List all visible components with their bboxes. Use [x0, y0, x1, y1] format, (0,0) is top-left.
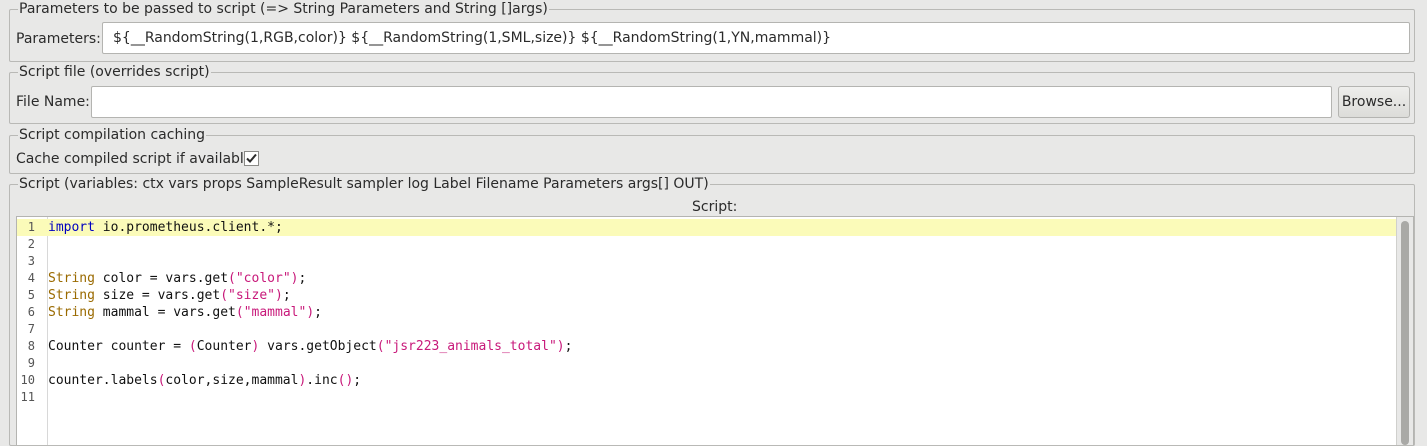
cache-checkbox-label: Cache compiled script if available:	[16, 151, 258, 167]
code-line[interactable]: 3	[17, 253, 1397, 270]
code-text: String color = vars.get("color");	[48, 271, 307, 286]
cache-group: Script compilation caching Cache compile…	[9, 126, 1415, 174]
line-number: 10	[20, 373, 35, 387]
script-group-legend: Script (variables: ctx vars props Sample…	[18, 175, 710, 193]
code-line[interactable]: 8 Counter counter = (Counter) vars.getObj…	[17, 338, 1397, 355]
line-number: 5	[27, 288, 35, 302]
code-line[interactable]: 9	[17, 355, 1397, 372]
parameters-group: Parameters to be passed to script (=> St…	[9, 0, 1415, 62]
file-name-input[interactable]	[91, 86, 1332, 118]
code-line[interactable]: 6 String mammal = vars.get("mammal");	[17, 304, 1397, 321]
line-number: 9	[27, 356, 35, 370]
script-file-group: Script file (overrides script) File Name…	[9, 63, 1415, 124]
file-name-label: File Name:	[16, 94, 90, 110]
cache-group-legend: Script compilation caching	[18, 126, 206, 144]
code-text: import io.prometheus.client.*;	[48, 220, 283, 235]
vertical-scrollbar[interactable]	[1396, 217, 1413, 445]
code-line[interactable]: 4 String color = vars.get("color");	[17, 270, 1397, 287]
code-line[interactable]: 2	[17, 236, 1397, 253]
code-line[interactable]: 10 counter.labels(color,size,mammal).inc(…	[17, 372, 1397, 389]
script-editor[interactable]: 1 import io.prometheus.client.*; 2 3 4 String…	[16, 216, 1414, 445]
line-number: 3	[27, 254, 35, 268]
code-line[interactable]: 11	[17, 389, 1397, 406]
line-number: 6	[27, 305, 35, 319]
editor-title: Script:	[692, 199, 738, 215]
script-group: Script (variables: ctx vars props Sample…	[9, 175, 1415, 446]
code-line[interactable]: 5 String size = vars.get("size");	[17, 287, 1397, 304]
code-text: counter.labels(color,size,mammal).inc();	[48, 373, 362, 388]
line-number: 2	[27, 237, 35, 251]
script-file-group-legend: Script file (overrides script)	[18, 63, 211, 81]
line-number: 1	[27, 220, 35, 234]
browse-button[interactable]: Browse...	[1338, 86, 1410, 118]
line-number: 4	[27, 271, 35, 285]
parameters-input[interactable]: ${__RandomString(1,RGB,color)} ${__Rando…	[102, 22, 1410, 54]
line-number: 11	[20, 390, 35, 404]
parameters-group-legend: Parameters to be passed to script (=> St…	[18, 0, 549, 18]
code-text: String size = vars.get("size");	[48, 288, 291, 303]
scrollbar-thumb[interactable]	[1401, 221, 1409, 445]
code-line[interactable]: 7	[17, 321, 1397, 338]
code-text: String mammal = vars.get("mammal");	[48, 305, 322, 320]
checkmark-icon	[246, 153, 257, 163]
code-line[interactable]: 1 import io.prometheus.client.*;	[17, 219, 1397, 236]
parameters-label: Parameters:	[16, 31, 101, 47]
line-number: 7	[27, 322, 35, 336]
cache-checkbox[interactable]	[244, 151, 259, 166]
line-number: 8	[27, 339, 35, 353]
code-text: Counter counter = (Counter) vars.getObje…	[48, 339, 573, 354]
